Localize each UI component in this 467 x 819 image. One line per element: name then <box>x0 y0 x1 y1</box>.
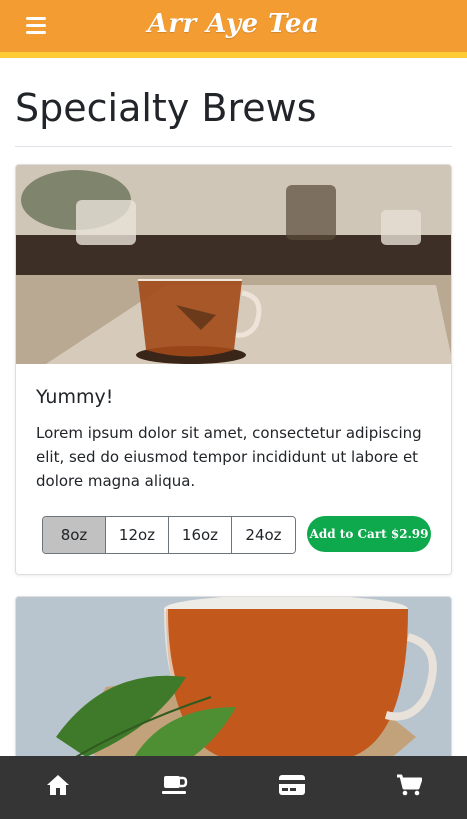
add-to-cart-button[interactable]: Add to Cart $2.99 <box>307 516 431 552</box>
credit-card-icon <box>278 775 305 800</box>
size-option-8oz[interactable]: 8oz <box>43 517 106 553</box>
nav-menu[interactable] <box>117 756 234 819</box>
coffee-cup-icon <box>162 774 188 801</box>
card-description: Lorem ipsum dolor sit amet, consectetur … <box>36 424 422 490</box>
home-icon <box>46 774 70 801</box>
nav-payment[interactable] <box>234 756 351 819</box>
brand-title[interactable]: Arr Aye Tea <box>0 9 467 39</box>
size-selector: 8oz 12oz 16oz 24oz <box>42 516 296 554</box>
size-option-12oz[interactable]: 12oz <box>106 517 169 553</box>
shopping-cart-icon <box>396 774 423 801</box>
bottom-navigation <box>0 756 467 819</box>
tea-cup-photo <box>16 165 451 364</box>
nav-cart[interactable] <box>350 756 467 819</box>
size-option-24oz[interactable]: 24oz <box>232 517 295 553</box>
top-app-bar: Arr Aye Tea <box>0 0 467 58</box>
card-title: Yummy! <box>36 386 114 408</box>
divider <box>15 146 452 147</box>
size-option-16oz[interactable]: 16oz <box>169 517 232 553</box>
page-title: Specialty Brews <box>15 86 317 130</box>
product-card: Yummy! Lorem ipsum dolor sit amet, conse… <box>15 164 452 575</box>
nav-home[interactable] <box>0 756 117 819</box>
product-controls: 8oz 12oz 16oz 24oz Add to Cart $2.99 <box>42 516 432 554</box>
